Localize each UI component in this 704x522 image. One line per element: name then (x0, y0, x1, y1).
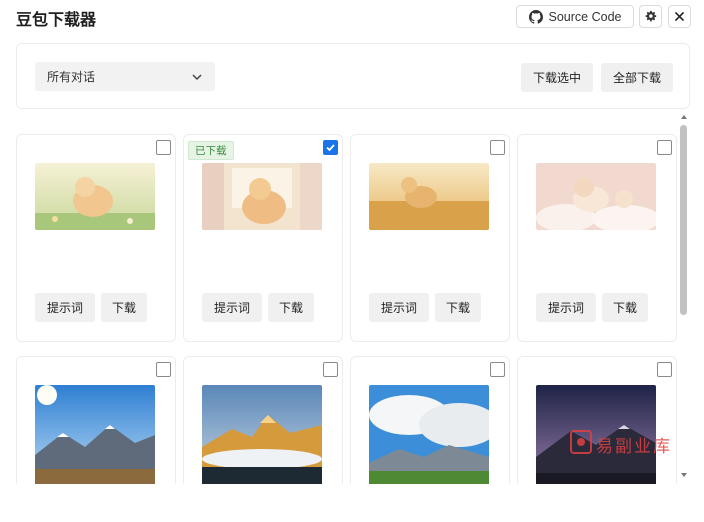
image-card (183, 356, 343, 484)
scroll-up-arrow-icon[interactable] (680, 113, 688, 121)
image-card: 提示词 下载 (16, 134, 176, 342)
source-code-button[interactable]: Source Code (516, 5, 634, 28)
close-icon (674, 11, 685, 22)
download-button[interactable]: 下载 (435, 293, 481, 322)
select-checkbox[interactable] (490, 140, 505, 155)
seal-icon (570, 430, 592, 454)
prompt-button[interactable]: 提示词 (536, 293, 596, 322)
toolbar-panel: 所有对话 下载选中 全部下载 (16, 43, 690, 109)
github-icon (528, 9, 543, 24)
download-all-button[interactable]: 全部下载 (601, 63, 673, 92)
prompt-button[interactable]: 提示词 (369, 293, 429, 322)
select-checkbox[interactable] (156, 140, 171, 155)
image-card: 提示词 下载 (350, 134, 510, 342)
image-card (517, 356, 677, 484)
source-code-label: Source Code (548, 9, 622, 24)
download-selected-button[interactable]: 下载选中 (521, 63, 593, 92)
app-title: 豆包下载器 (16, 10, 97, 29)
image-thumbnail[interactable] (35, 385, 155, 484)
prompt-button[interactable]: 提示词 (202, 293, 262, 322)
watermark: 易副业库 (570, 430, 672, 457)
filter-selected-value: 所有对话 (47, 70, 96, 84)
image-thumbnail[interactable] (369, 163, 489, 230)
scroll-down-arrow-icon[interactable] (680, 471, 688, 479)
settings-button[interactable] (639, 5, 662, 28)
image-card: 提示词 下载 (517, 134, 677, 342)
prompt-button[interactable]: 提示词 (35, 293, 95, 322)
image-thumbnail[interactable] (202, 385, 322, 484)
image-thumbnail[interactable] (536, 163, 656, 230)
download-button[interactable]: 下载 (602, 293, 648, 322)
select-checkbox[interactable] (657, 362, 672, 377)
conversation-filter-select[interactable]: 所有对话 (35, 62, 215, 91)
image-thumbnail[interactable] (202, 163, 322, 230)
select-checkbox[interactable] (490, 362, 505, 377)
download-button[interactable]: 下载 (268, 293, 314, 322)
select-checkbox[interactable] (657, 140, 672, 155)
select-checkbox[interactable] (323, 362, 338, 377)
select-checkbox[interactable] (156, 362, 171, 377)
image-thumbnail[interactable] (35, 163, 155, 230)
downloaded-badge: 已下载 (188, 141, 234, 160)
image-thumbnail[interactable] (369, 385, 489, 484)
vertical-scrollbar-thumb[interactable] (680, 125, 687, 315)
image-card (350, 356, 510, 484)
close-button[interactable] (668, 5, 691, 28)
image-card (16, 356, 176, 484)
select-checkbox[interactable] (323, 140, 338, 155)
chevron-down-icon (192, 73, 202, 80)
download-button[interactable]: 下载 (101, 293, 147, 322)
gear-icon (645, 10, 657, 22)
checkmark-icon (326, 144, 335, 152)
image-card: 已下载 提示词 下载 (183, 134, 343, 342)
